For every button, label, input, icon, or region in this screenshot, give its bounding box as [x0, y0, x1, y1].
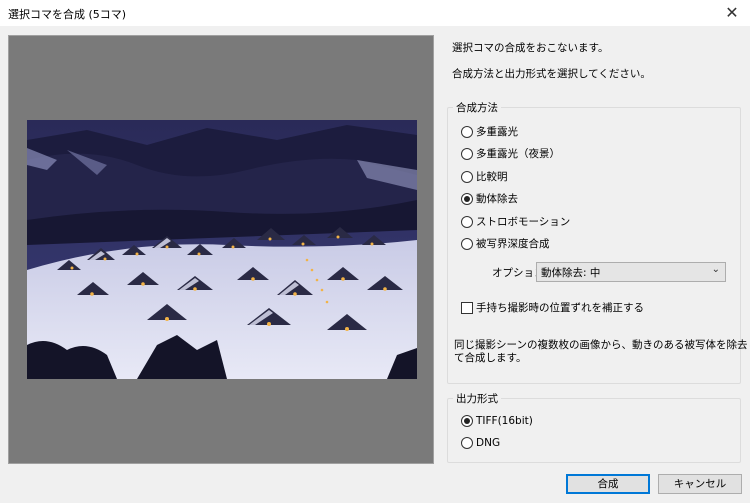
radio-selected-icon[interactable]	[461, 193, 473, 205]
radio-icon[interactable]	[461, 238, 473, 250]
method-option-label: 多重露光（夜景）	[476, 148, 560, 160]
output-option-label: DNG	[476, 437, 501, 449]
cancel-button[interactable]: キャンセル	[658, 474, 742, 494]
radio-icon[interactable]	[461, 126, 473, 138]
method-option-label: 比較明	[476, 171, 508, 183]
window-title: 選択コマを合成 (5コマ)	[8, 8, 127, 21]
chevron-down-icon: ⌄	[711, 264, 720, 275]
compose-button[interactable]: 合成	[566, 474, 650, 494]
radio-icon[interactable]	[461, 216, 473, 228]
output-option-label: TIFF(16bit)	[476, 415, 533, 427]
method-option-label: 多重露光	[476, 126, 518, 138]
radio-icon[interactable]	[461, 171, 473, 183]
align-checkbox-label: 手持ち撮影時の位置ずれを補正する	[476, 302, 644, 314]
radio-icon[interactable]	[461, 437, 473, 449]
option-select[interactable]: 動体除去: 中 ⌄	[536, 262, 726, 282]
output-group-title: 出力形式	[453, 391, 501, 406]
radio-selected-icon[interactable]	[461, 415, 473, 427]
preview-image	[27, 120, 417, 379]
close-icon[interactable]: ✕	[720, 2, 744, 24]
output-group: 出力形式	[447, 391, 741, 463]
preview-area	[8, 35, 434, 464]
method-option-label: 被写界深度合成	[476, 238, 550, 250]
description-line-2: て合成します。	[454, 352, 527, 364]
intro-line-1: 選択コマの合成をおこないます。	[452, 42, 609, 54]
radio-icon[interactable]	[461, 148, 473, 160]
checkbox-icon[interactable]	[461, 302, 473, 314]
option-select-value: 動体除去: 中	[541, 267, 601, 279]
method-option-label: ストロボモーション	[476, 216, 571, 228]
title-bar: 選択コマを合成 (5コマ) ✕	[0, 0, 750, 26]
intro-line-2: 合成方法と出力形式を選択してください。	[452, 68, 651, 80]
method-group-title: 合成方法	[453, 100, 501, 115]
method-option-label: 動体除去	[476, 193, 518, 205]
